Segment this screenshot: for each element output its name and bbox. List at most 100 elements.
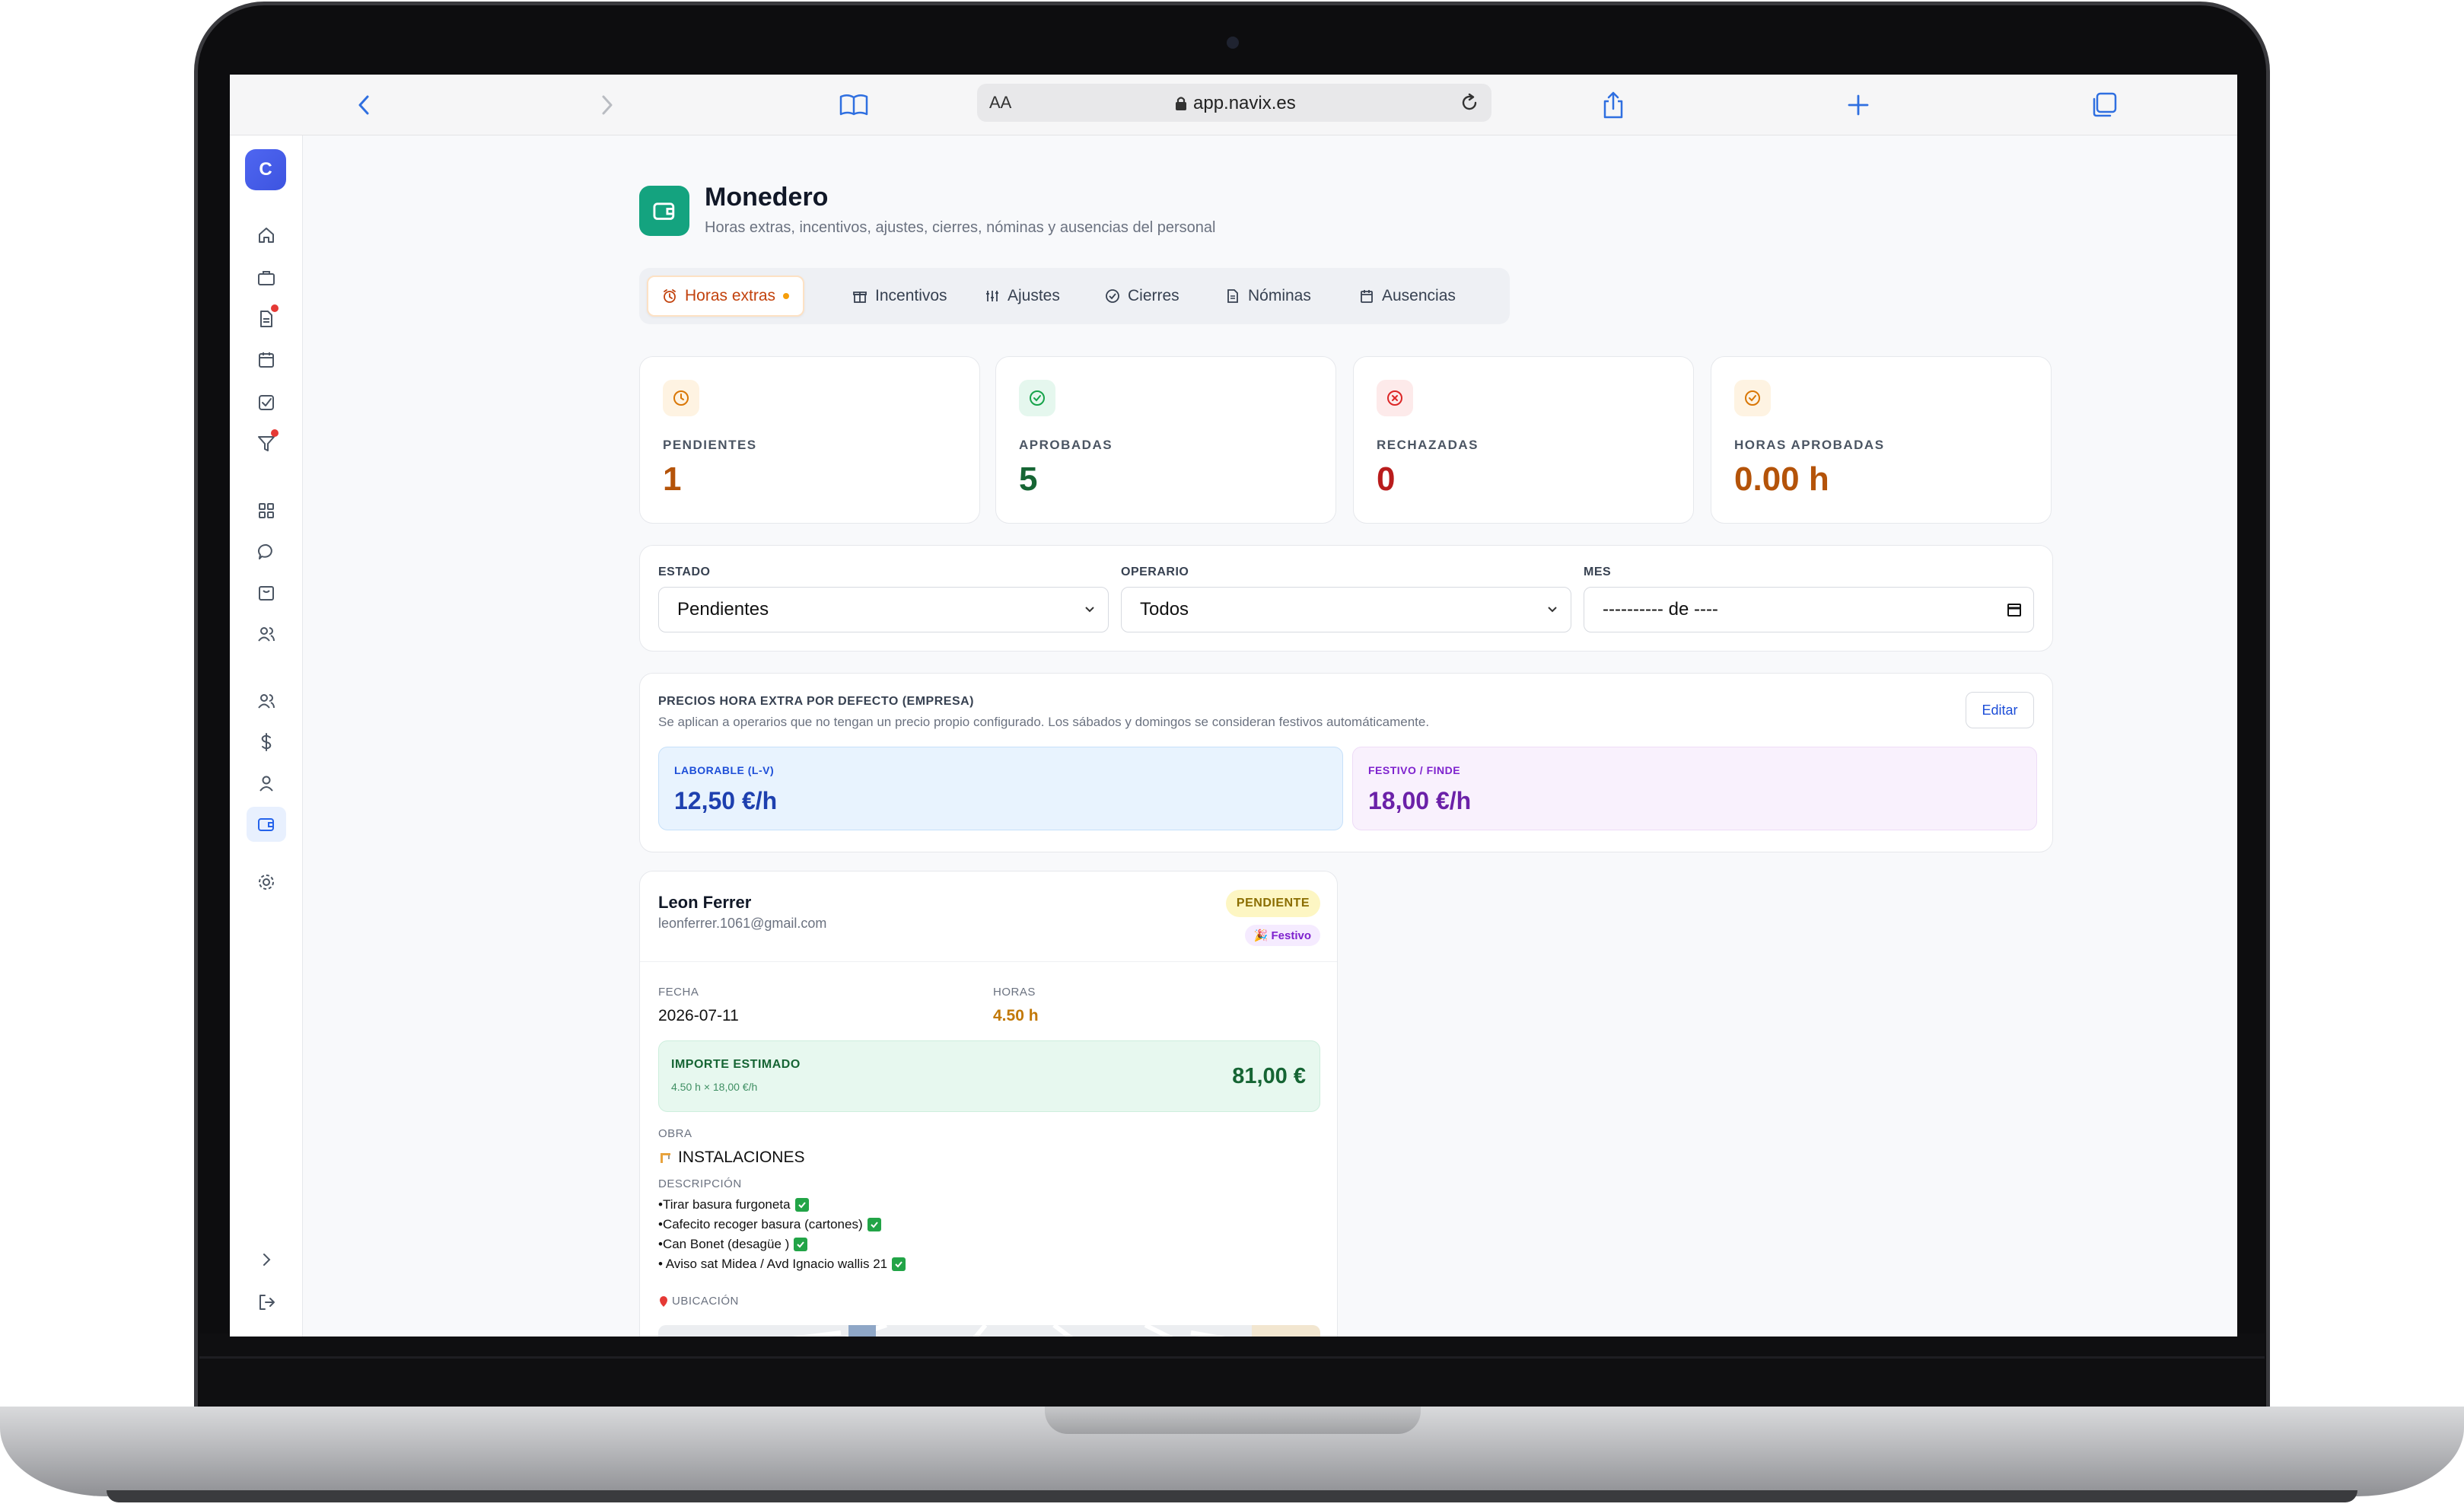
alarm-clock-icon — [664, 289, 676, 303]
gear-icon[interactable] — [247, 865, 286, 900]
overtime-entry-card[interactable]: Leon Ferrer leonferrer.1061@gmail.com PE… — [639, 871, 1338, 1337]
prices-title: PRECIOS HORA EXTRA POR DEFECTO (EMPRESA) — [658, 695, 974, 708]
stat-card-rechazadas: RECHAZADAS 0 — [1353, 356, 1694, 524]
estado-label: ESTADO — [658, 566, 711, 578]
tab-incentivos[interactable]: Incentivos — [839, 276, 961, 317]
check-circle-icon — [1106, 289, 1119, 303]
url-display[interactable]: app.navix.es — [1175, 93, 1296, 114]
description-text: •Tirar basura furgoneta — [658, 1197, 791, 1212]
reload-icon[interactable] — [1453, 87, 1485, 119]
laptop-bezel-line — [199, 1356, 2265, 1359]
festivo-value: 18,00 €/h — [1368, 787, 1472, 814]
inventory-icon[interactable] — [247, 575, 286, 610]
avatar[interactable]: C — [245, 149, 286, 190]
bookmarks-icon[interactable] — [834, 85, 874, 125]
user-icon[interactable] — [247, 766, 286, 801]
divider — [640, 961, 1337, 962]
page-subtitle: Horas extras, incentivos, ajustes, cierr… — [705, 219, 1216, 236]
clock-icon — [663, 380, 699, 416]
laptop-base-edge — [107, 1490, 2357, 1502]
ubicacion-heading: UBICACIÓN — [658, 1295, 739, 1308]
documents-icon[interactable] — [247, 301, 286, 336]
default-prices-panel: PRECIOS HORA EXTRA POR DEFECTO (EMPRESA)… — [639, 673, 2053, 852]
mes-input[interactable]: ---------- de ---- — [1584, 587, 2034, 632]
construction-icon — [661, 1153, 670, 1163]
camera-dot — [1227, 37, 1239, 49]
tab-ausencias[interactable]: Ausencias — [1345, 276, 1469, 317]
descripcion-label: DESCRIPCIÓN — [658, 1177, 742, 1190]
ubicacion-label: UBICACIÓN — [672, 1295, 739, 1308]
fecha-value: 2026-07-11 — [658, 1007, 739, 1024]
description-text: •Cafecito recoger basura (cartones) — [658, 1217, 863, 1231]
dollar-icon[interactable] — [247, 725, 286, 760]
calendar-icon[interactable] — [2006, 601, 2023, 618]
notification-dot — [271, 429, 279, 437]
dashboard-icon[interactable] — [247, 493, 286, 528]
edit-button[interactable]: Editar — [1966, 692, 2034, 728]
filter-icon[interactable] — [247, 426, 286, 461]
screen: AA app.navix.es C Monedero Horas extras,… — [230, 75, 2237, 1337]
document-icon — [1227, 289, 1238, 303]
wallet-icon — [639, 186, 689, 236]
url-text: app.navix.es — [1193, 93, 1296, 113]
tab-nominas[interactable]: Nóminas — [1211, 276, 1325, 317]
day-type-badge: 🎉 Festivo — [1244, 925, 1320, 946]
importe-calc: 4.50 h × 18,00 €/h — [671, 1081, 758, 1093]
users-icon[interactable] — [247, 683, 286, 718]
obra-value: INSTALACIONES — [658, 1149, 804, 1167]
stat-label: HORAS APROBADAS — [1734, 438, 1885, 452]
tab-label: Nóminas — [1248, 287, 1311, 304]
team-icon[interactable] — [247, 616, 286, 652]
check-mark-icon — [794, 1198, 809, 1212]
tabs-overview-icon[interactable] — [2084, 85, 2124, 125]
laborable-price: LABORABLE (L-V) 12,50 €/h — [658, 747, 1343, 830]
clock-check-icon — [1734, 380, 1771, 416]
estado-select[interactable]: Pendientes — [658, 587, 1109, 632]
mes-label: MES — [1584, 566, 1612, 578]
laborable-label: LABORABLE (L-V) — [674, 764, 775, 776]
chevron-down-icon — [1548, 607, 1557, 613]
address-bar[interactable]: AA app.navix.es — [977, 84, 1491, 122]
chat-icon[interactable] — [247, 534, 286, 569]
description-line: •Tirar basura furgoneta — [658, 1197, 809, 1212]
tab-cierres[interactable]: Cierres — [1091, 276, 1193, 317]
laborable-value: 12,50 €/h — [674, 787, 778, 814]
stat-value: 0.00 h — [1734, 460, 1829, 498]
forward-icon[interactable] — [587, 85, 627, 125]
laptop-bezel-bottom — [199, 1333, 2265, 1407]
tab-label: Incentivos — [875, 287, 947, 304]
employee-name: Leon Ferrer — [658, 893, 752, 912]
browser-toolbar: AA app.navix.es — [230, 75, 2237, 135]
briefcase-icon[interactable] — [247, 260, 286, 295]
employee-email: leonferrer.1061@gmail.com — [658, 916, 827, 931]
notification-dot — [271, 304, 279, 312]
tab-horas-extras[interactable]: Horas extras — [647, 276, 805, 317]
obra-text: INSTALACIONES — [678, 1149, 805, 1166]
share-icon[interactable] — [1593, 85, 1633, 125]
logout-icon[interactable] — [247, 1285, 286, 1320]
fecha-label: FECHA — [658, 986, 699, 999]
check-circle-icon — [1019, 380, 1055, 416]
home-icon[interactable] — [247, 218, 286, 253]
festivo-label: FESTIVO / FINDE — [1368, 764, 1461, 776]
reader-toggle[interactable]: AA — [989, 93, 1011, 113]
description-text: • Aviso sat Midea / Avd Ignacio wallis 2… — [658, 1257, 888, 1271]
check-mark-icon — [892, 1257, 906, 1271]
location-map[interactable] — [658, 1325, 1320, 1337]
importe-value: 81,00 € — [1232, 1064, 1306, 1088]
new-tab-icon[interactable] — [1838, 85, 1878, 125]
back-icon[interactable] — [344, 85, 384, 125]
operario-select[interactable]: Todos — [1121, 587, 1571, 632]
wallet-icon[interactable] — [247, 807, 286, 842]
filters-panel: ESTADO Pendientes OPERARIO Todos MES ---… — [639, 545, 2053, 652]
calendar-icon[interactable] — [247, 342, 286, 378]
x-circle-icon — [1377, 380, 1413, 416]
stat-label: RECHAZADAS — [1377, 438, 1479, 452]
tasks-icon[interactable] — [247, 385, 286, 420]
stat-label: PENDIENTES — [663, 438, 757, 452]
description-line: •Can Bonet (desagüe ) — [658, 1237, 808, 1252]
stat-card-aprobadas: APROBADAS 5 — [995, 356, 1336, 524]
tab-ajustes[interactable]: Ajustes — [971, 276, 1074, 317]
importe-label: IMPORTE ESTIMADO — [671, 1058, 801, 1071]
chevron-right-icon[interactable] — [247, 1242, 286, 1277]
